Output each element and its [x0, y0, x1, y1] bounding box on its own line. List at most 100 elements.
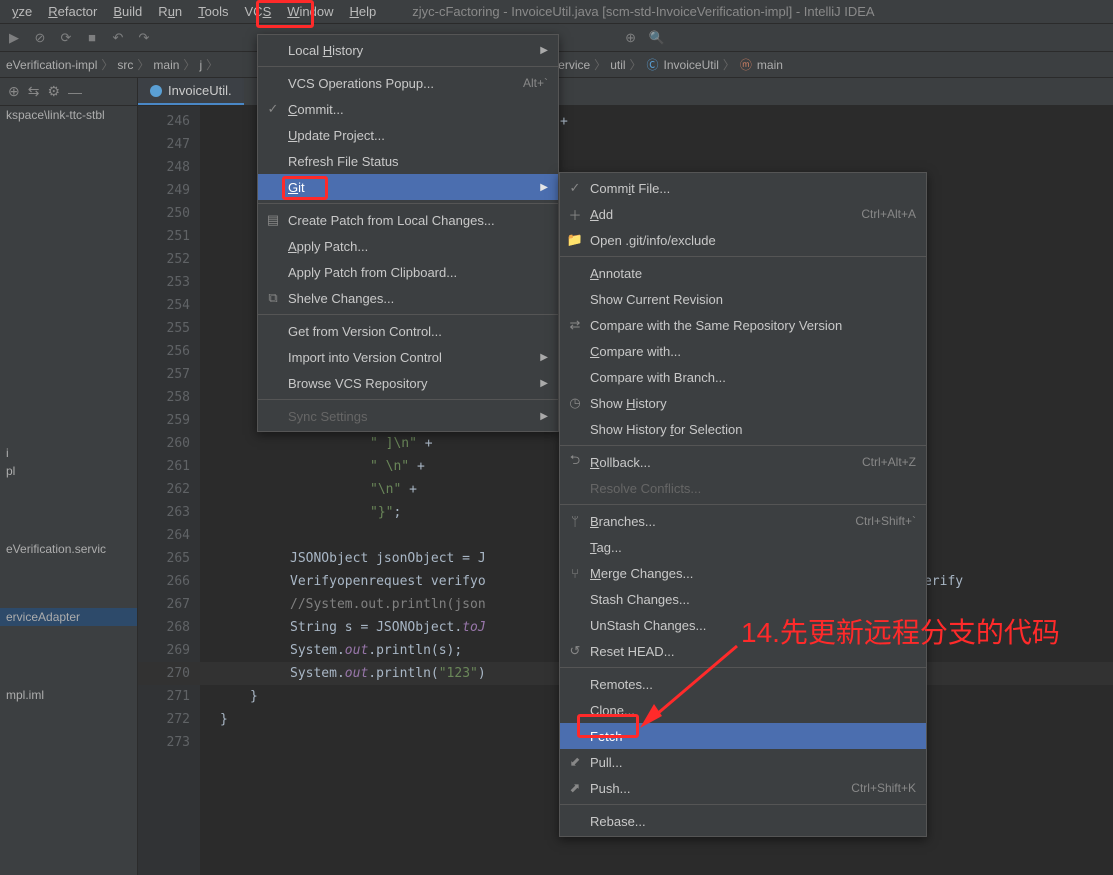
menu-shortcut: Alt+` — [523, 76, 548, 90]
vcs-create-patch-from-local-changes[interactable]: ▤Create Patch from Local Changes... — [258, 207, 558, 233]
git-tag[interactable]: Tag... — [560, 534, 926, 560]
file-tab-invoiceutil[interactable]: InvoiceUtil. — [138, 78, 244, 105]
git-show-current-revision[interactable]: Show Current Revision — [560, 286, 926, 312]
vcs-update-project[interactable]: Update Project... — [258, 122, 558, 148]
build-icon[interactable]: ⟳ — [58, 30, 74, 46]
menu-vcs[interactable]: VCS — [237, 2, 280, 21]
git-rollback[interactable]: ⮌Rollback...Ctrl+Alt+Z — [560, 449, 926, 475]
menu-shortcut: Ctrl+Shift+K — [851, 781, 916, 795]
git-remotes[interactable]: Remotes... — [560, 671, 926, 697]
vcs-get-from-version-control[interactable]: Get from Version Control... — [258, 318, 558, 344]
crumb[interactable]: main — [153, 58, 179, 72]
menu-yze[interactable]: yze — [4, 2, 40, 21]
shelve-icon: ⧉ — [264, 290, 282, 306]
git-submenu: ✓Commit File...＋AddCtrl+Alt+A📁Open .git/… — [559, 172, 927, 837]
vcs-commit[interactable]: ✓Commit... — [258, 96, 558, 122]
menu-label: Compare with the Same Repository Version — [590, 318, 916, 333]
search-icon[interactable]: 🔍 — [649, 30, 665, 46]
line-number: 260 — [138, 432, 200, 455]
menu-help[interactable]: Help — [342, 2, 385, 21]
blank-icon — [264, 75, 282, 91]
crumb[interactable]: main — [757, 58, 783, 72]
vcs-refresh-file-status[interactable]: Refresh File Status — [258, 148, 558, 174]
git-show-history-for-selection[interactable]: Show History for Selection — [560, 416, 926, 442]
undo-icon[interactable]: ↶ — [110, 30, 126, 46]
vcs-local-history[interactable]: Local History▶ — [258, 37, 558, 63]
vcs-git[interactable]: Git▶ — [258, 174, 558, 200]
git-open-git-info-exclude[interactable]: 📁Open .git/info/exclude — [560, 227, 926, 253]
crumb[interactable]: util — [610, 58, 625, 72]
vcs-import-into-version-control[interactable]: Import into Version Control ▶ — [258, 344, 558, 370]
git-fetch[interactable]: Fetch — [560, 723, 926, 749]
git-add[interactable]: ＋AddCtrl+Alt+A — [560, 201, 926, 227]
debug-icon[interactable]: ⊘ — [32, 30, 48, 46]
menu-label: Remotes... — [590, 677, 916, 692]
collapse-icon[interactable]: ⇆ — [28, 83, 40, 100]
git-compare-with-branch[interactable]: Compare with Branch... — [560, 364, 926, 390]
git-branches[interactable]: ᛘBranches...Ctrl+Shift+` — [560, 508, 926, 534]
target-icon[interactable]: ⊕ — [8, 83, 20, 100]
stop-icon[interactable]: ■ — [84, 30, 100, 46]
line-number: 270 — [138, 662, 200, 685]
menu-tools[interactable]: Tools — [190, 2, 236, 21]
git-show-history[interactable]: ◷Show History — [560, 390, 926, 416]
redo-icon[interactable]: ↷ — [136, 30, 152, 46]
vcs-apply-patch-from-clipboard[interactable]: Apply Patch from Clipboard... — [258, 259, 558, 285]
crumb[interactable]: j — [199, 58, 202, 72]
menu-label: VCS Operations Popup... — [288, 76, 493, 91]
sidebar-item[interactable]: i — [0, 444, 137, 462]
crumb[interactable]: eVerification-impl — [6, 58, 97, 72]
menu-label: Resolve Conflicts... — [590, 481, 916, 496]
gear-icon[interactable]: ⚙ — [47, 83, 60, 100]
vcs-apply-patch[interactable]: Apply Patch... — [258, 233, 558, 259]
vcs-shelve-changes[interactable]: ⧉Shelve Changes... — [258, 285, 558, 311]
chevron-right-icon: ▶ — [540, 182, 548, 193]
crumb[interactable]: InvoiceUtil — [664, 58, 719, 72]
menu-shortcut: Ctrl+Alt+Z — [862, 455, 916, 469]
git-clone[interactable]: Clone... — [560, 697, 926, 723]
menu-build[interactable]: Build — [105, 2, 150, 21]
sidebar-item-selected[interactable]: erviceAdapter — [0, 608, 137, 626]
window-title: zjyc-cFactoring - InvoiceUtil.java [scm-… — [412, 4, 874, 19]
git-push[interactable]: ⬈Push...Ctrl+Shift+K — [560, 775, 926, 801]
line-number: 272 — [138, 708, 200, 731]
menubar: yzeRefactorBuildRunToolsVCSWindowHelp zjy… — [0, 0, 1113, 24]
crumb[interactable]: src — [117, 58, 133, 72]
git-annotate[interactable]: Annotate — [560, 260, 926, 286]
blank-icon — [264, 127, 282, 143]
menu-run[interactable]: Run — [150, 2, 190, 21]
git-merge-changes[interactable]: ⑂Merge Changes... — [560, 560, 926, 586]
line-number: 255 — [138, 317, 200, 340]
chevron-right-icon: ▶ — [540, 411, 548, 422]
run-icon[interactable]: ▶ — [6, 30, 22, 46]
git-pull[interactable]: ⬋Pull... — [560, 749, 926, 775]
blank-icon — [264, 323, 282, 339]
menu-window[interactable]: Window — [279, 2, 341, 21]
sidebar-path[interactable]: kspace\link-ttc-stbl — [0, 106, 137, 124]
menu-label: Import into Version Control — [288, 350, 534, 365]
line-number: 265 — [138, 547, 200, 570]
git-rebase[interactable]: Rebase... — [560, 808, 926, 834]
git-stash-changes[interactable]: Stash Changes... — [560, 586, 926, 612]
patch-icon: ▤ — [264, 212, 282, 228]
line-number: 249 — [138, 179, 200, 202]
sidebar-item[interactable]: pl — [0, 462, 137, 480]
git-commit-file[interactable]: ✓Commit File... — [560, 175, 926, 201]
sidebar-toolbar: ⊕ ⇆ ⚙ — — [0, 78, 137, 106]
menu-refactor[interactable]: Refactor — [40, 2, 105, 21]
sidebar-item[interactable]: mpl.iml — [0, 686, 137, 704]
blank-icon — [264, 153, 282, 169]
vcs-sync-settings: Sync Settings▶ — [258, 403, 558, 429]
vcs-browse-vcs-repository[interactable]: Browse VCS Repository▶ — [258, 370, 558, 396]
line-number: 273 — [138, 731, 200, 754]
vcs-vcs-operations-popup[interactable]: VCS Operations Popup... Alt+` — [258, 70, 558, 96]
git-compare-with[interactable]: Compare with... — [560, 338, 926, 364]
hide-icon[interactable]: — — [68, 84, 82, 100]
git-compare-with-the-same-repository-version[interactable]: ⇄Compare with the Same Repository Versio… — [560, 312, 926, 338]
menu-shortcut: Ctrl+Shift+` — [855, 514, 916, 528]
target-icon[interactable]: ⊕ — [623, 30, 639, 46]
chevron-right-icon: ▶ — [540, 352, 548, 363]
line-number: 263 — [138, 501, 200, 524]
project-sidebar: ⊕ ⇆ ⚙ — kspace\link-ttc-stbl ipl eVerifica… — [0, 78, 138, 875]
sidebar-item[interactable]: eVerification.servic — [0, 540, 137, 558]
